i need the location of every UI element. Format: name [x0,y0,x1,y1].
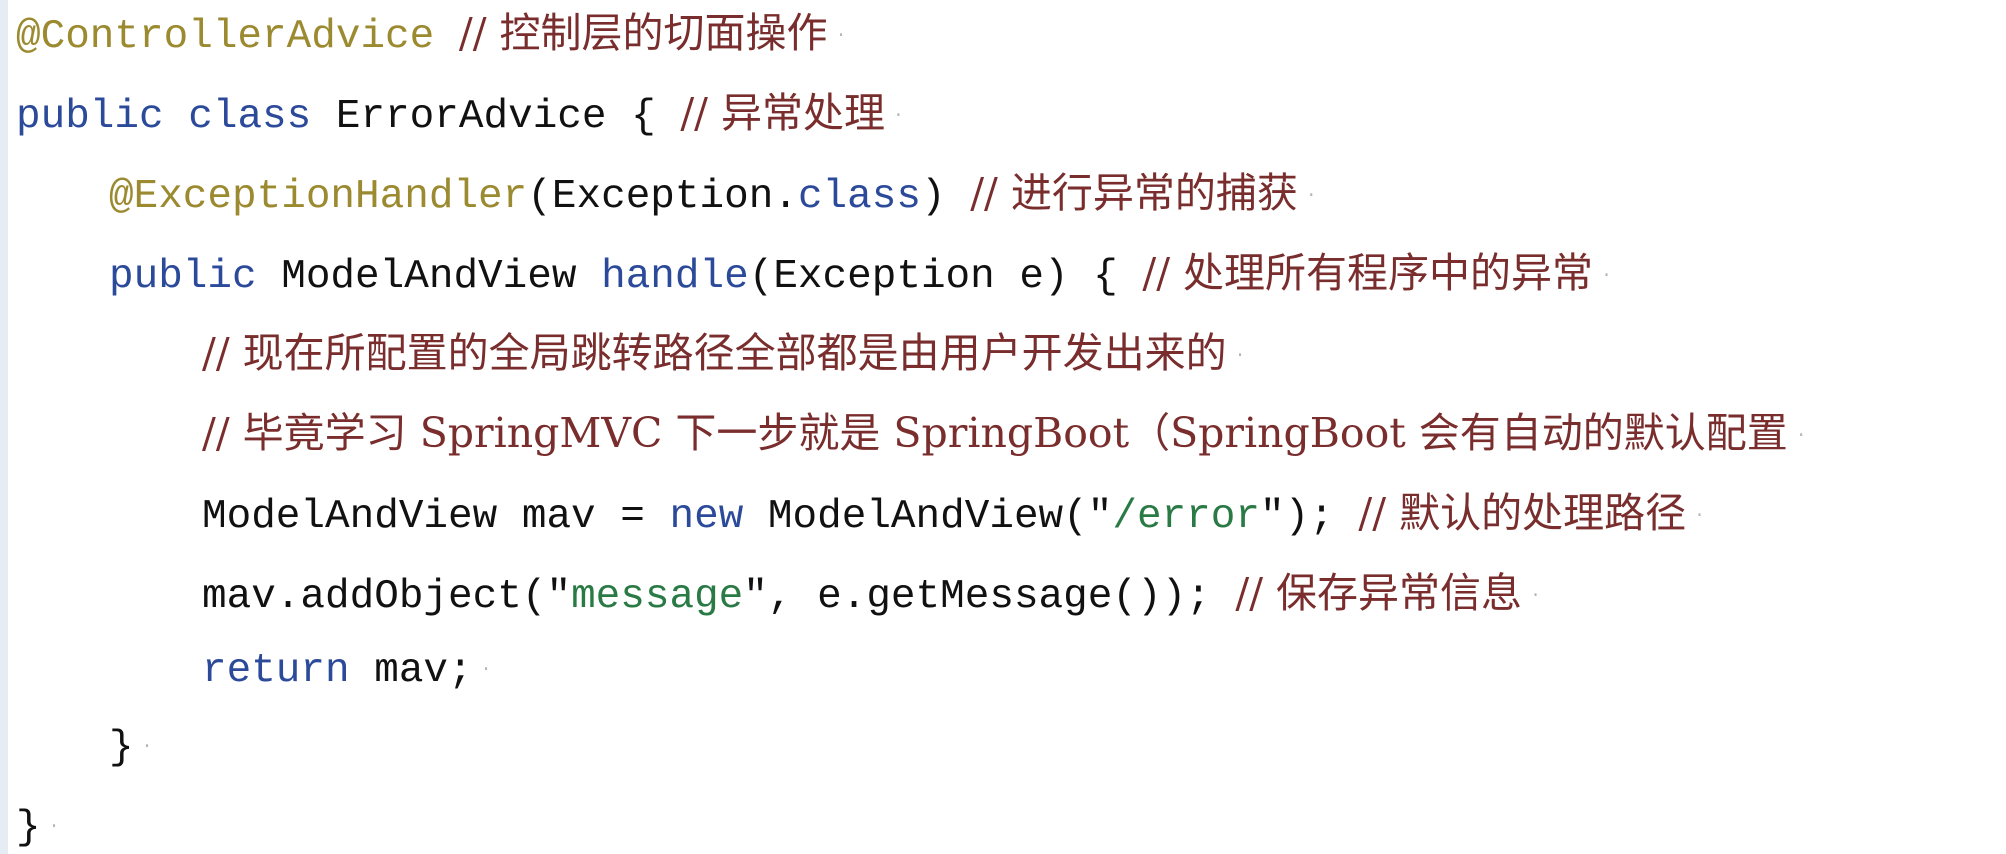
code-line: // 现在所配置的全局跳转路径全部都是由用户开发出来的 · [202,313,1245,393]
code-token-plain: "); [1259,494,1359,540]
code-token-keyword: return [202,647,350,694]
paragraph-mark: · [141,737,153,757]
code-token-plain: mav; [349,647,473,694]
code-token-annotation: @ControllerAdvice [16,14,435,60]
code-token-keyword: new [669,494,744,540]
code-line: } · [16,787,59,854]
code-token-plain: ", e.getMessage()); [743,574,1236,620]
code-token-annotation: @ExceptionHandler [109,174,528,220]
code-token-keyword: public [109,254,257,300]
code-token-plain: ModelAndView mav = [202,494,670,540]
code-token-comment: // 进行异常的捕获 [970,169,1298,217]
paragraph-mark: · [48,817,60,837]
paragraph-mark: · [1795,426,1807,447]
paragraph-mark: · [835,26,847,47]
code-token-plain: ErrorAdvice { [311,94,681,140]
code-line: // 毕竟学习 SpringMVC 下一步就是 SpringBoot（Sprin… [202,393,1807,473]
code-line: mav.addObject("message", e.getMessage())… [202,553,1541,633]
code-line: ModelAndView mav = new ModelAndView("/er… [202,473,1705,553]
code-line: } · [109,707,152,787]
code-token-plain: } [109,724,134,771]
code-token-comment: // 现在所配置的全局跳转路径全部都是由用户开发出来的 [202,329,1227,377]
code-token-plain: ModelAndView(" [743,494,1113,540]
code-token-comment: // 控制层的切面操作 [458,9,828,57]
code-token-plain: (Exception. [527,174,798,220]
code-line: @ExceptionHandler(Exception.class) // 进行… [109,153,1317,233]
paragraph-mark: · [1694,506,1705,527]
code-token-comment: // 毕竟学习 SpringMVC 下一步就是 SpringBoot（Sprin… [202,409,1788,457]
paragraph-mark: · [1305,186,1317,207]
code-token-string: message [571,574,744,620]
code-token-plain: mav.addObject(" [202,574,572,620]
code-token-plain: ModelAndView [256,254,602,300]
code-line: return mav; · [202,630,491,710]
paragraph-mark: · [1234,346,1246,367]
code-token-comment: // 处理所有程序中的异常 [1142,249,1594,297]
code-token-comment: // 保存异常信息 [1235,569,1523,617]
paragraph-mark: · [893,106,904,127]
code-block: @ControllerAdvice // 控制层的切面操作 · public cl… [16,0,2006,854]
code-token-plain: ) [920,174,971,220]
code-line: @ControllerAdvice // 控制层的切面操作 · [16,0,846,73]
code-line: public ModelAndView handle(Exception e) … [109,233,1612,313]
code-token-keyword: class [188,94,312,140]
code-token-keyword: public [16,94,164,140]
paragraph-mark: · [1530,586,1541,607]
code-token-keyword: handle [601,254,749,300]
left-gutter-bar [0,0,8,854]
paragraph-mark: · [1601,266,1612,287]
code-token-plain: } [16,804,41,851]
code-token-comment: // 异常处理 [680,89,885,137]
code-token-comment: // 默认的处理路径 [1358,489,1687,537]
code-token-plain: (Exception e) { [748,254,1143,300]
code-line: public class ErrorAdvice { // 异常处理 · [16,73,904,153]
paragraph-mark: · [480,660,492,680]
code-token-keyword: class [797,174,921,220]
code-token-string: /error [1112,494,1260,540]
